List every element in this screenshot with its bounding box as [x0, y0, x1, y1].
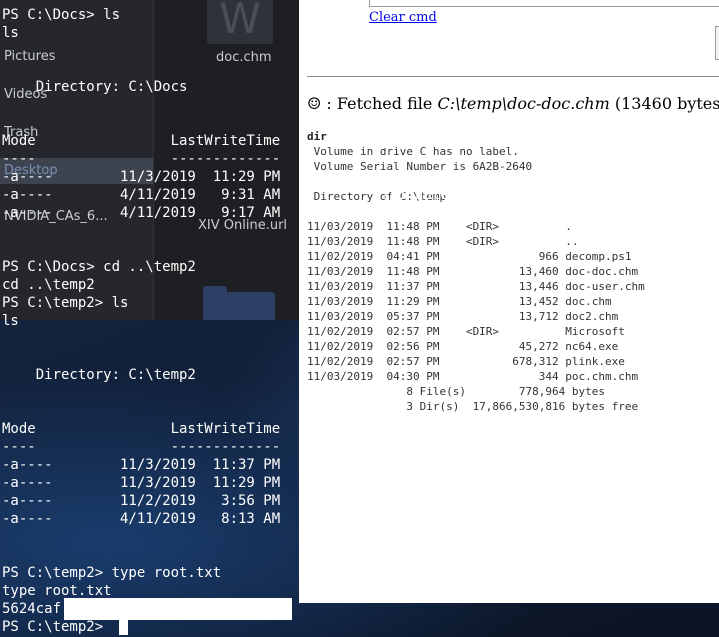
console-line: PS C:\Docs> cd ..\temp2: [2, 259, 196, 275]
console-cursor: [119, 620, 128, 635]
console-line: ls: [2, 313, 19, 329]
console-line: Directory: C:\Docs: [2, 79, 188, 95]
console-line: ---- ------------- ------ ----: [2, 151, 449, 167]
console-line: cd ..\temp2: [2, 277, 95, 293]
console-line: PS C:\temp2> ls: [2, 295, 129, 311]
console-line: ---- ------------- ------ ----: [2, 439, 449, 455]
console-line: PS C:\temp2> type root.txt: [2, 565, 222, 581]
console-line: Directory: C:\temp2: [2, 367, 196, 383]
console-line: PS C:\temp2>: [2, 619, 112, 635]
fetched-size: (13460 bytes): [609, 94, 719, 113]
powershell-console[interactable]: PS C:\Docs> ls ls Directory: C:\Docs Mode …: [2, 6, 626, 636]
submit-button[interactable]: [715, 26, 719, 60]
console-line: Mode LastWriteTime Length Name: [2, 421, 449, 437]
console-line: -a---- 4/11/2019 9:17 AM 552607 php for …: [2, 205, 626, 221]
console-line: -a---- 4/11/2019 8:13 AM 32 root.txt: [2, 511, 483, 527]
console-line: -a---- 11/3/2019 11:37 PM 13446 doc-user…: [2, 457, 517, 473]
console-line: -a---- 11/3/2019 11:29 PM 13452 doc.chm: [2, 169, 475, 185]
console-line: Mode LastWriteTime Length Name: [2, 133, 449, 149]
console-line: -a---- 4/11/2019 9:31 AM 285 note.txt: [2, 187, 483, 203]
console-line: -a---- 11/3/2019 11:29 PM 13452 doc.chm: [2, 475, 475, 491]
console-line: -a---- 11/2/2019 3:56 PM 45272 nc64.exe: [2, 493, 483, 509]
console-line: PS C:\Docs> ls: [2, 7, 121, 23]
console-line: ls: [2, 25, 19, 41]
redaction-box: [64, 598, 292, 620]
